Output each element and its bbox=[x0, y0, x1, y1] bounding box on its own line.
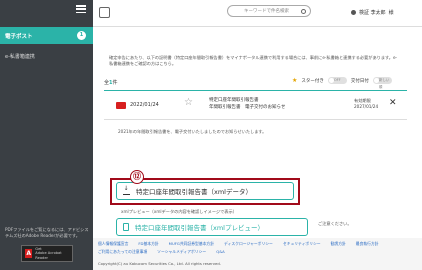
document-message: 2021年の年間取引報告書を、電子交付いたしましたのでお知らせいたします。 bbox=[118, 129, 267, 134]
xml-preview-label: xmlプレビュー（xmlデータの内容を確認しイメージで表示） bbox=[121, 209, 237, 214]
search-input[interactable]: キーワードで件名検索 bbox=[227, 5, 311, 17]
acrobat-text: Get Adobe Acrobat Reader bbox=[35, 247, 62, 260]
footer-link[interactable]: ご利用にあたっての注意事項 bbox=[98, 249, 147, 255]
preview-caution-text: ご注意ください。 bbox=[318, 221, 352, 226]
sidebar-item-label: e-私書箱連携 bbox=[5, 53, 35, 60]
user-info[interactable]: 検証 李太郎 様 bbox=[351, 9, 394, 16]
xml-preview-button[interactable]: 特定口座年間取引報告書（xmlプレビュー） bbox=[116, 218, 308, 236]
delivery-date: 2022/01/24 bbox=[130, 102, 159, 108]
document-preview-icon bbox=[123, 223, 129, 231]
copyright-text: Copyright(C) au Kabucom Securities Co., … bbox=[98, 261, 221, 266]
pdf-reader-note: PDFファイルをご覧になるには、アドビシステムズ社のAdobe Readerが必… bbox=[5, 227, 89, 239]
document-title: 特定口座年間取引報告書 年間取引報告書 電子交付のお知らせ bbox=[209, 98, 286, 110]
step-number-badge: ⑫ bbox=[130, 170, 144, 184]
main-content: 確定申告にあたり、以下の証明書（特定口座年間取引報告書）をマイナポータル連携で利… bbox=[93, 27, 422, 270]
xml-data-download-button[interactable]: 特定口座年間取引報告書（xmlデータ） bbox=[116, 182, 294, 200]
user-suffix: 様 bbox=[388, 10, 394, 16]
footer-link[interactable]: ソーシャルメディアポリシー bbox=[157, 249, 206, 255]
user-name: 検証 李太郎 bbox=[359, 10, 386, 16]
hamburger-menu-icon[interactable] bbox=[76, 5, 86, 14]
close-icon[interactable]: ✕ bbox=[389, 99, 397, 108]
favorite-star-icon[interactable]: ☆ bbox=[184, 98, 193, 108]
footer-link[interactable]: 最良執行方針 bbox=[356, 241, 379, 247]
sidebar-item-label: 電子ポスト bbox=[5, 33, 33, 40]
footer-link[interactable]: 勧誘方針 bbox=[331, 241, 346, 247]
acrobat-logo-icon: A bbox=[25, 249, 33, 258]
expiry-info: 有効期限 2027/01/24 bbox=[354, 98, 379, 109]
sidebar-item-electronic-post[interactable]: 電子ポスト 1 bbox=[0, 27, 93, 44]
download-icon bbox=[123, 185, 130, 195]
top-header: キーワードで件名検索 検証 李太郎 様 ? bbox=[93, 0, 422, 43]
unread-count-badge: 1 bbox=[77, 31, 86, 40]
sidebar: 電子ポスト 1 e-私書箱連携 PDFファイルをご覧になるには、アドビシステムズ… bbox=[0, 0, 93, 270]
date-sort-toggle[interactable]: 新しい順 bbox=[372, 77, 392, 89]
footer: 個人情報保護宣言 FD基本方針 MUFG共同証券型基本方針 ディスクロージャーポ… bbox=[93, 238, 422, 270]
filter-bar: ★ スター付き OFF 交付日付 新しい順 bbox=[292, 77, 392, 89]
star-filter-label: スター付き bbox=[301, 78, 324, 84]
e-post-box-notice: 確定申告にあたり、以下の証明書（特定口座年間取引報告書）をマイナポータル連携で利… bbox=[109, 55, 398, 67]
date-sort-label: 交付日付 bbox=[350, 78, 369, 84]
mail-icon bbox=[116, 102, 126, 109]
footer-link[interactable]: 個人情報保護宣言 bbox=[98, 241, 128, 247]
star-icon: ★ bbox=[292, 77, 298, 84]
adobe-reader-link[interactable]: A Get Adobe Acrobat Reader bbox=[21, 245, 73, 262]
search-icon[interactable] bbox=[301, 8, 306, 14]
footer-link[interactable]: Q&A bbox=[216, 249, 225, 255]
result-count: 全1件 bbox=[104, 80, 118, 86]
footer-link[interactable]: MUFG共同証券型基本方針 bbox=[169, 241, 214, 247]
star-filter-toggle[interactable]: OFF bbox=[327, 77, 347, 84]
footer-link[interactable]: セキュリティポリシー bbox=[283, 241, 321, 247]
footer-links: 個人情報保護宣言 FD基本方針 MUFG共同証券型基本方針 ディスクロージャーポ… bbox=[98, 241, 418, 255]
footer-link[interactable]: ディスクロージャーポリシー bbox=[224, 241, 273, 247]
footer-link[interactable]: FD基本方針 bbox=[138, 241, 158, 247]
home-icon[interactable] bbox=[99, 7, 110, 18]
divider bbox=[104, 119, 407, 120]
sidebar-item-e-post-box[interactable]: e-私書箱連携 bbox=[0, 49, 93, 63]
user-icon bbox=[351, 10, 356, 15]
